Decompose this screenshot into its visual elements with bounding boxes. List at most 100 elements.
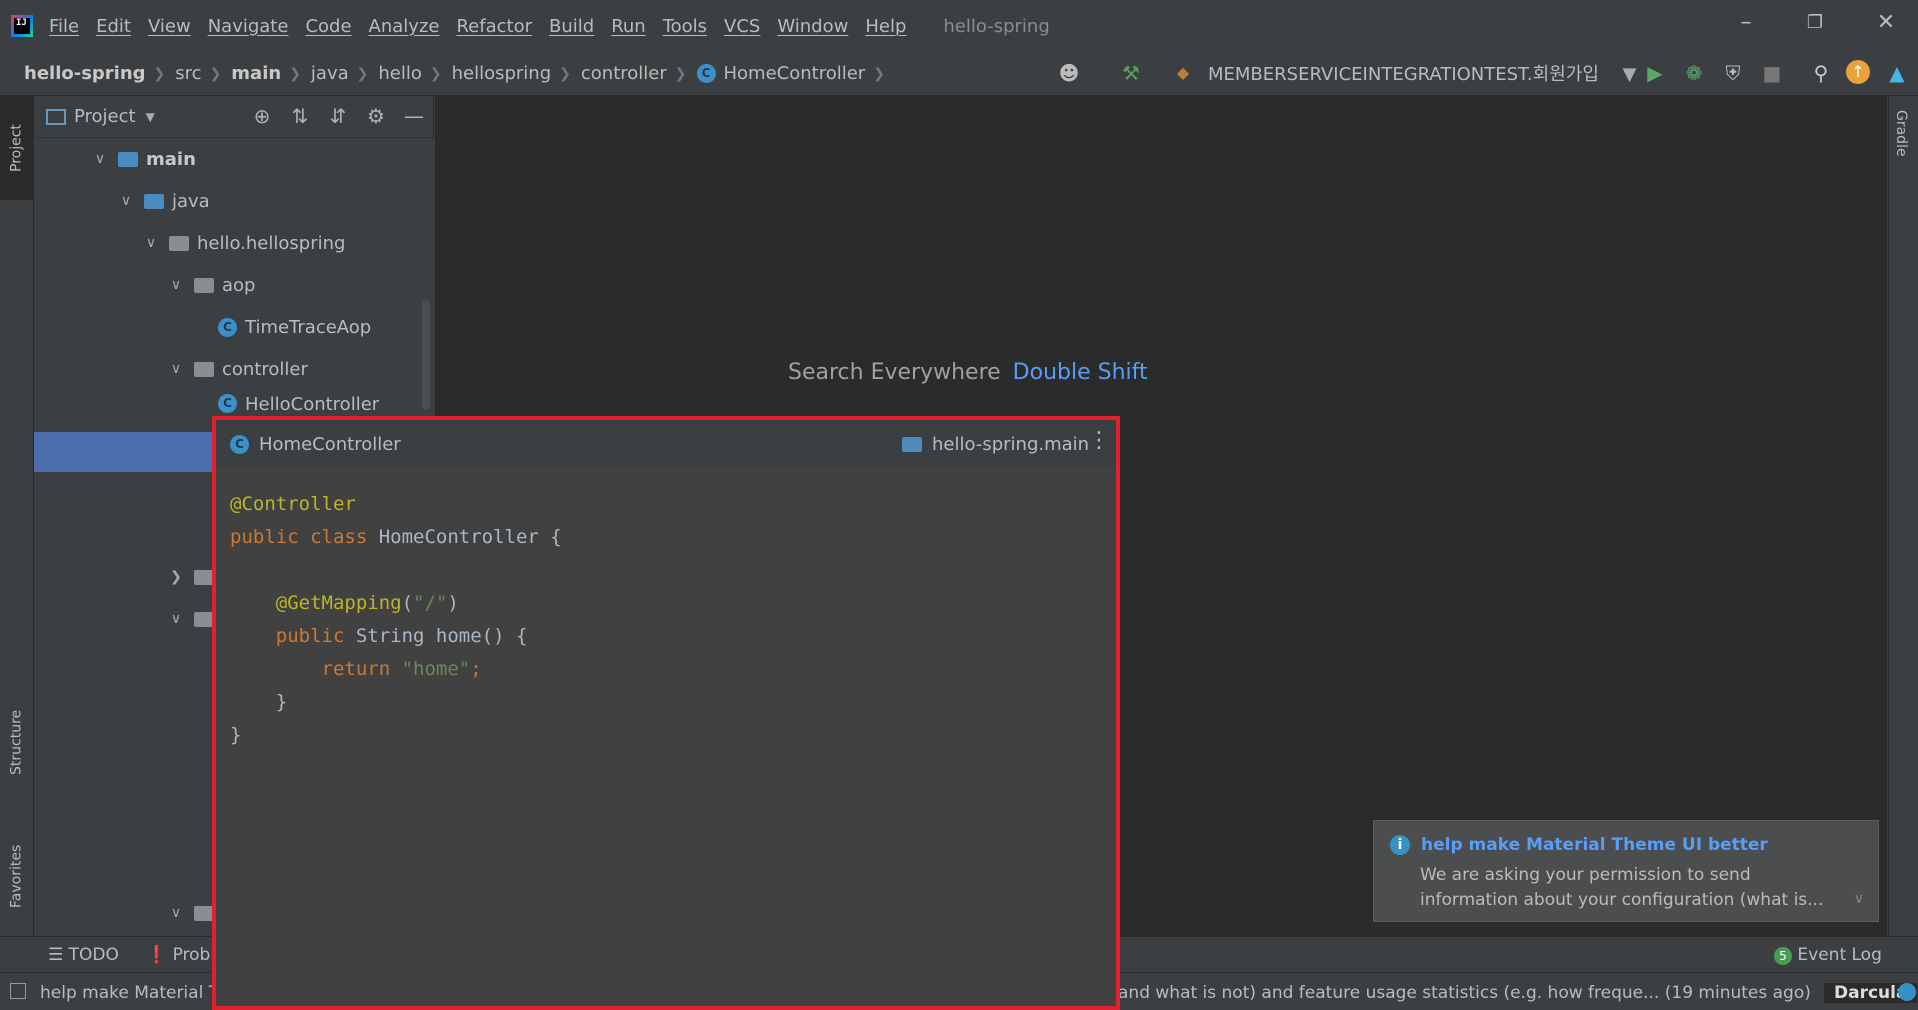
status-message-continued[interactable]: and what is not) and feature usage stati…	[1118, 983, 1811, 1003]
problems-tool-button[interactable]: ❗ Probl	[146, 945, 215, 965]
chevron-down-icon[interactable]: ∨	[168, 905, 184, 921]
chevron-down-icon[interactable]: ∨	[92, 151, 108, 167]
right-tool-strip: Gradle	[1888, 96, 1918, 936]
chevron-down-icon[interactable]: ∨	[143, 235, 159, 251]
chevron-down-icon: ▼	[1622, 64, 1637, 85]
notification-title-link[interactable]: help make Material Theme UI better	[1421, 835, 1768, 855]
breadcrumb-homecontroller[interactable]: C HomeController ❯	[696, 63, 895, 84]
run-icon[interactable]: ▶	[1642, 60, 1668, 86]
menu-code[interactable]: Code	[305, 16, 351, 37]
search-shortcut: Double Shift	[1012, 360, 1148, 385]
menu-edit[interactable]: Edit	[96, 16, 131, 37]
notification-balloon[interactable]: i help make Material Theme UI better We …	[1373, 820, 1879, 922]
module-folder-icon	[902, 437, 922, 452]
menu-tools[interactable]: Tools	[663, 16, 707, 37]
minimize-icon[interactable]: –	[1726, 8, 1766, 38]
problems-icon: ❗	[146, 945, 168, 965]
run-configuration-select[interactable]: MEMBERSERVICEINTEGRATIONTEST.회원가입 ▼	[1208, 60, 1636, 86]
breadcrumb-hello[interactable]: hello ❯	[378, 63, 451, 84]
tree-item-hellocontroller[interactable]: C HelloController	[218, 394, 379, 414]
collapse-all-icon[interactable]: ⇵	[319, 104, 357, 128]
quick-definition-popup[interactable]: C HomeController hello-spring.main ⋮ @Co…	[212, 416, 1120, 1010]
expand-all-icon[interactable]: ⇅	[281, 104, 319, 128]
coverage-icon[interactable]: ⛨	[1720, 60, 1746, 86]
code-preview: @Controller public class HomeController {…	[216, 468, 1116, 752]
theme-icon	[1898, 983, 1916, 1001]
package-icon	[194, 361, 214, 377]
chevron-down-icon[interactable]: ∨	[1854, 891, 1864, 907]
tree-item-java[interactable]: ∨ java	[118, 184, 210, 218]
chevron-down-icon[interactable]: ∨	[118, 193, 134, 209]
package-icon	[194, 277, 214, 293]
info-icon: i	[1390, 835, 1410, 855]
class-icon: C	[230, 434, 249, 454]
build-hammer-icon[interactable]: ⚒	[1118, 60, 1144, 86]
project-view-select[interactable]: Project	[74, 106, 136, 127]
menu-navigate[interactable]: Navigate	[208, 16, 289, 37]
breadcrumb-project[interactable]: hello-spring ❯	[24, 63, 175, 84]
menu-window[interactable]: Window	[777, 16, 848, 37]
breadcrumb-java[interactable]: java ❯	[311, 63, 378, 84]
event-log-button[interactable]: 5 Event Log	[1774, 945, 1882, 965]
breadcrumb-src[interactable]: src ❯	[175, 63, 231, 84]
update-icon[interactable]: ↑	[1846, 60, 1870, 84]
popup-title: HomeController	[259, 433, 401, 455]
package-icon	[194, 569, 214, 585]
tool-window-toggle-icon[interactable]	[10, 983, 26, 999]
chevron-right-icon[interactable]: ❯	[168, 569, 184, 585]
notification-body: We are asking your permission to send in…	[1420, 865, 1824, 910]
left-tool-strip: Project Structure Favorites	[0, 96, 34, 936]
close-icon[interactable]: ✕	[1866, 8, 1906, 38]
menu-build[interactable]: Build	[549, 16, 594, 37]
tree-item-controller[interactable]: ∨ controller	[168, 352, 308, 386]
restore-icon[interactable]: ❐	[1795, 8, 1835, 38]
project-view-icon	[46, 108, 66, 125]
gradle-tool-button[interactable]: Gradle	[1893, 110, 1909, 157]
hide-icon[interactable]: —	[395, 104, 433, 128]
search-everywhere-hint: Search Everywhere Double Shift	[788, 360, 1148, 385]
breadcrumb-controller[interactable]: controller ❯	[581, 63, 697, 84]
tree-scrollbar[interactable]	[422, 300, 430, 410]
stop-icon[interactable]: ■	[1759, 60, 1785, 86]
tree-item-aop[interactable]: ∨ aop	[168, 268, 256, 302]
project-tool-button[interactable]: Project	[0, 96, 33, 200]
menu-analyze[interactable]: Analyze	[369, 16, 440, 37]
status-message[interactable]: help make Material T	[40, 983, 219, 1003]
menu-help[interactable]: Help	[865, 16, 906, 37]
menu-bar: IJ File Edit View Navigate Code Analyze …	[0, 0, 1918, 52]
code-line: @Controller	[230, 493, 356, 515]
package-icon	[194, 611, 214, 627]
chevron-down-icon[interactable]: ∨	[168, 611, 184, 627]
locate-icon[interactable]: ⊕	[243, 104, 281, 128]
chevron-down-icon[interactable]: ∨	[168, 277, 184, 293]
tree-item-timetraceaop[interactable]: C TimeTraceAop	[218, 310, 371, 344]
breadcrumb-hellospring[interactable]: hellospring ❯	[452, 63, 581, 84]
tree-item-main[interactable]: ∨ main	[92, 142, 196, 176]
menu-refactor[interactable]: Refactor	[456, 16, 532, 37]
more-options-icon[interactable]: ⋮	[1088, 428, 1110, 453]
popup-header: C HomeController hello-spring.main ⋮	[216, 420, 1116, 468]
menu-file[interactable]: File	[49, 16, 79, 37]
user-icon[interactable]: ☻	[1056, 60, 1082, 86]
todo-tool-button[interactable]: ☰ TODO	[48, 945, 119, 965]
tree-item-hello-hellospring[interactable]: ∨ hello.hellospring	[143, 226, 346, 260]
plugin-icon[interactable]: ▲	[1884, 60, 1910, 86]
menu-run[interactable]: Run	[611, 16, 646, 37]
favorites-tool-button[interactable]: Favorites	[0, 824, 33, 928]
structure-tool-button[interactable]: Structure	[0, 692, 33, 792]
search-icon[interactable]: ⚲	[1808, 60, 1834, 86]
gear-icon[interactable]: ⚙	[357, 104, 395, 128]
debug-icon[interactable]: ❁	[1681, 60, 1707, 86]
menu-vcs[interactable]: VCS	[724, 16, 760, 37]
breadcrumb-main[interactable]: main ❯	[231, 63, 311, 84]
chevron-down-icon[interactable]: ▼	[146, 110, 155, 124]
code-line: }	[230, 691, 288, 713]
code-line: @GetMapping("/")	[275, 592, 459, 614]
intellij-logo-icon: IJ	[11, 15, 33, 37]
source-folder-icon	[144, 193, 164, 209]
chevron-down-icon[interactable]: ∨	[168, 361, 184, 377]
window-title: hello-spring	[943, 15, 1050, 37]
menu-view[interactable]: View	[148, 16, 191, 37]
event-count-badge: 5	[1774, 947, 1792, 965]
